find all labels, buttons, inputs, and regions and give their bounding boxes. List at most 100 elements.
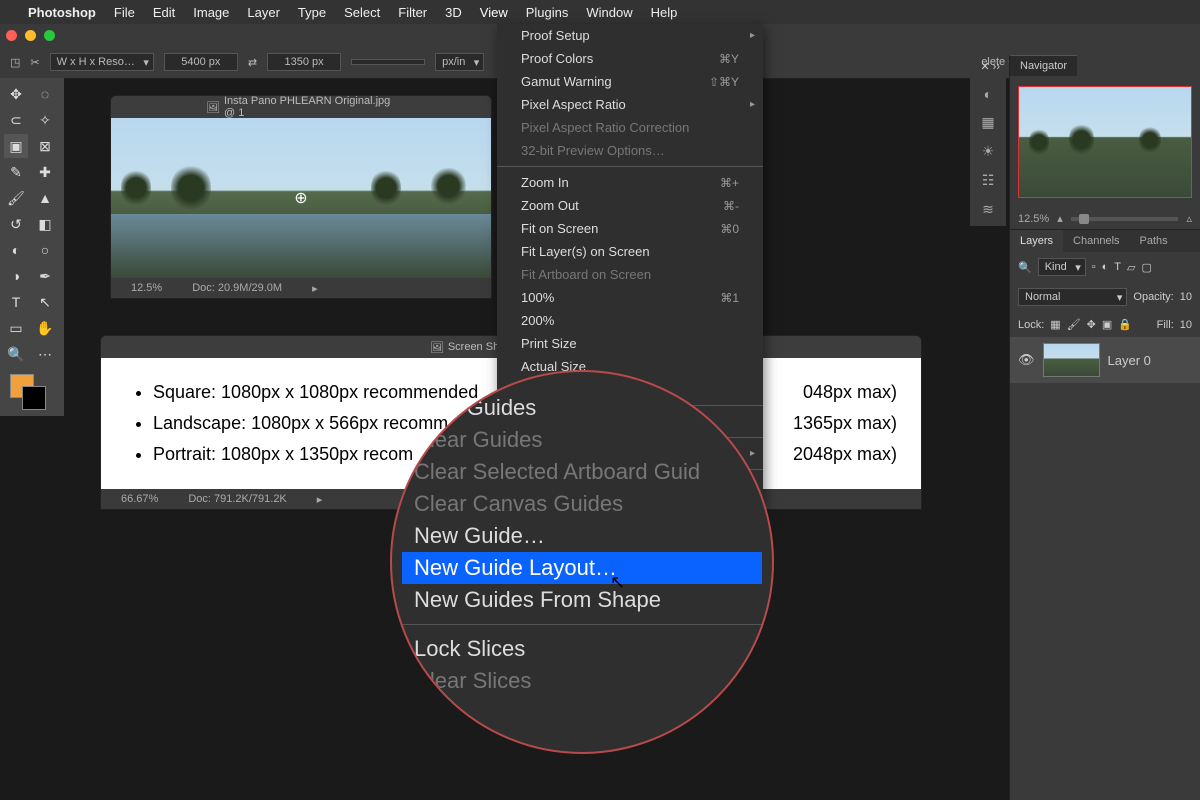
- lock-all-icon[interactable]: 🔒: [1118, 318, 1132, 331]
- navigator-zoom-slider[interactable]: [1071, 217, 1179, 221]
- view-menu-item[interactable]: Fit Layer(s) on Screen: [497, 240, 763, 263]
- layer-visibility-icon[interactable]: 👁: [1018, 352, 1035, 368]
- crop-resolution-input[interactable]: [351, 59, 425, 65]
- filter-smart-icon[interactable]: ▢: [1142, 261, 1152, 274]
- eyedropper-tool-icon[interactable]: ✎: [4, 160, 28, 184]
- brush-tool-icon[interactable]: 🖌: [4, 186, 28, 210]
- crop-preset-select[interactable]: W x H x Reso…: [50, 53, 154, 71]
- opacity-value[interactable]: 10: [1180, 291, 1192, 303]
- menu-image[interactable]: Image: [193, 5, 229, 20]
- menu-3d[interactable]: 3D: [445, 5, 462, 20]
- dodge-tool-icon[interactable]: ◑: [4, 264, 28, 288]
- crop-tool-icon[interactable]: ▣: [4, 134, 28, 158]
- menu-filter[interactable]: Filter: [398, 5, 427, 20]
- channels-tab[interactable]: Channels: [1063, 230, 1129, 252]
- blend-mode-select[interactable]: Normal: [1018, 288, 1127, 306]
- navigator-zoom-in-icon[interactable]: ▵: [1186, 212, 1192, 225]
- lock-pixels-icon[interactable]: 🖌: [1067, 318, 1081, 331]
- traffic-max-icon[interactable]: [44, 30, 55, 41]
- navigator-tab[interactable]: Navigator: [1010, 55, 1077, 76]
- type-tool-icon[interactable]: T: [4, 290, 28, 314]
- color-swatches[interactable]: [4, 372, 60, 412]
- view-menu-item[interactable]: Pixel Aspect Ratio: [497, 93, 763, 116]
- traffic-close-icon[interactable]: [6, 30, 17, 41]
- gradient-tool-icon[interactable]: ◐: [4, 238, 28, 262]
- lock-trans-icon[interactable]: ▦: [1050, 318, 1060, 331]
- brushes-panel-icon[interactable]: ≋: [982, 201, 994, 218]
- eraser-tool-icon[interactable]: ◧: [33, 212, 57, 236]
- doc2-more-icon[interactable]: ▸: [317, 493, 323, 506]
- paths-tab[interactable]: Paths: [1130, 230, 1178, 252]
- doc1-zoom[interactable]: 12.5%: [131, 282, 162, 294]
- background-color[interactable]: [22, 386, 46, 410]
- frame-tool-icon[interactable]: ⊠: [33, 134, 57, 158]
- panel-close-icon[interactable]: ✕ ››: [980, 60, 1000, 73]
- menu-photoshop[interactable]: Photoshop: [28, 5, 96, 20]
- pen-tool-icon[interactable]: ✒: [33, 264, 57, 288]
- filter-shape-icon[interactable]: ▱: [1127, 261, 1135, 274]
- crop-center-icon[interactable]: ⊕: [294, 188, 307, 208]
- view-menu-item[interactable]: Gamut Warning⇧⌘Y: [497, 70, 763, 93]
- heal-tool-icon[interactable]: ✚: [33, 160, 57, 184]
- layer-thumbnail[interactable]: [1043, 343, 1100, 377]
- tool-preset-icon[interactable]: ◳: [10, 56, 20, 69]
- layers-tab[interactable]: Layers: [1010, 230, 1063, 252]
- menu-file[interactable]: File: [114, 5, 135, 20]
- layer-filter-select[interactable]: Kind: [1038, 258, 1086, 276]
- unit-select[interactable]: px/in: [435, 53, 484, 71]
- properties-panel-icon[interactable]: ☷: [982, 172, 995, 189]
- menu-type[interactable]: Type: [298, 5, 326, 20]
- fill-value[interactable]: 10: [1180, 319, 1192, 331]
- view-menu-item[interactable]: Proof Colors⌘Y: [497, 47, 763, 70]
- history-brush-icon[interactable]: ↺: [4, 212, 28, 236]
- lasso-tool-icon[interactable]: ⊂: [4, 108, 28, 132]
- stamp-tool-icon[interactable]: ▲: [33, 186, 57, 210]
- view-menu-item[interactable]: Zoom In⌘+: [497, 171, 763, 194]
- view-menu-item[interactable]: Fit on Screen⌘0: [497, 217, 763, 240]
- magnified-menu-item[interactable]: New Guides From Shape: [402, 584, 762, 616]
- swatches-panel-icon[interactable]: ▦: [981, 114, 994, 131]
- view-menu-item[interactable]: Print Size: [497, 332, 763, 355]
- filter-image-icon[interactable]: ▫: [1092, 261, 1096, 273]
- menu-plugins[interactable]: Plugins: [526, 5, 569, 20]
- doc1-canvas[interactable]: ⊕: [111, 118, 491, 278]
- menu-view[interactable]: View: [480, 5, 508, 20]
- magnified-menu-item[interactable]: Lock Slices: [402, 633, 762, 665]
- magnified-menu-item[interactable]: New Guide…: [402, 520, 762, 552]
- doc1-more-icon[interactable]: ▸: [312, 282, 318, 295]
- filter-adjust-icon[interactable]: ◐: [1102, 261, 1109, 273]
- navigator-zoom-out-icon[interactable]: ▴: [1057, 212, 1063, 225]
- hand-tool-icon[interactable]: ✋: [33, 316, 57, 340]
- magnified-menu-item[interactable]: New Guide Layout…: [402, 552, 762, 584]
- crop-width-input[interactable]: 5400 px: [164, 53, 238, 71]
- swap-dims-icon[interactable]: ⇄: [248, 56, 257, 69]
- menu-edit[interactable]: Edit: [153, 5, 175, 20]
- marquee-tool-icon[interactable]: ◌: [33, 82, 57, 106]
- menu-select[interactable]: Select: [344, 5, 380, 20]
- view-menu-item[interactable]: 200%: [497, 309, 763, 332]
- edit-toolbar-icon[interactable]: ⋯: [33, 342, 57, 366]
- layer-row[interactable]: 👁 Layer 0: [1010, 337, 1200, 383]
- move-tool-icon[interactable]: ✥: [4, 82, 28, 106]
- adjustments-panel-icon[interactable]: ☀: [982, 143, 995, 160]
- wand-tool-icon[interactable]: ✧: [33, 108, 57, 132]
- crop-preset-icon[interactable]: ✂: [30, 56, 39, 69]
- lock-pos-icon[interactable]: ✥: [1087, 318, 1096, 331]
- navigator-zoom[interactable]: 12.5%: [1018, 213, 1049, 225]
- zoom-tool-icon[interactable]: 🔍: [4, 342, 28, 366]
- layer-name[interactable]: Layer 0: [1108, 353, 1151, 368]
- doc2-zoom[interactable]: 66.67%: [121, 493, 158, 505]
- path-tool-icon[interactable]: ↖: [33, 290, 57, 314]
- filter-type-icon[interactable]: T: [1114, 261, 1121, 273]
- menu-window[interactable]: Window: [586, 5, 632, 20]
- color-panel-icon[interactable]: ◐: [984, 86, 992, 102]
- shape-tool-icon[interactable]: ▭: [4, 316, 28, 340]
- view-menu-item[interactable]: Proof Setup: [497, 24, 763, 47]
- menu-help[interactable]: Help: [651, 5, 678, 20]
- menu-layer[interactable]: Layer: [247, 5, 280, 20]
- view-menu-item[interactable]: Zoom Out⌘-: [497, 194, 763, 217]
- lock-artboard-icon[interactable]: ▣: [1102, 318, 1112, 331]
- view-menu-item[interactable]: 100%⌘1: [497, 286, 763, 309]
- navigator-preview[interactable]: [1018, 86, 1192, 198]
- crop-height-input[interactable]: 1350 px: [267, 53, 341, 71]
